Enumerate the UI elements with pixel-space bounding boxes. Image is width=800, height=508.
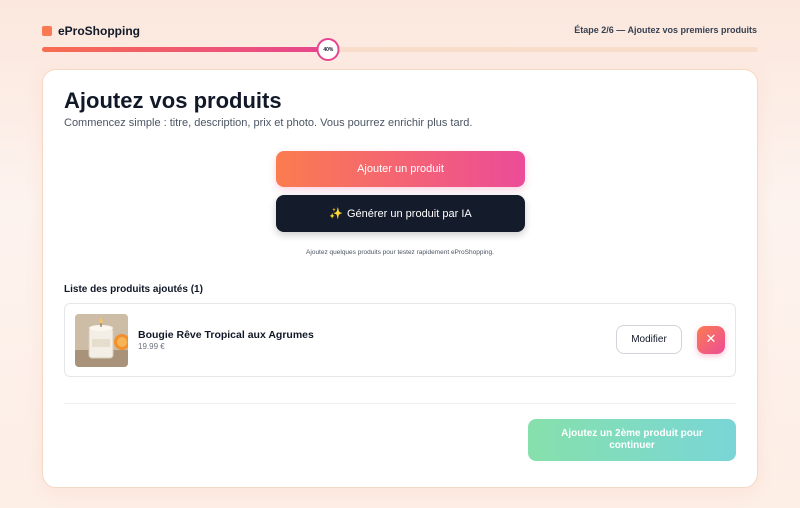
step-label: Étape 2/6 — Ajoutez vos premiers produit…: [574, 25, 757, 35]
generate-ai-product-button[interactable]: ✨ Générer un produit par IA: [276, 195, 525, 232]
progress-percent-badge: 40%: [316, 38, 340, 61]
sparkles-icon: ✨: [329, 208, 343, 220]
product-list-heading: Liste des produits ajoutés (1): [64, 284, 203, 295]
product-thumbnail: [75, 314, 128, 367]
add-product-button[interactable]: Ajouter un produit: [276, 151, 525, 187]
edit-product-button[interactable]: Modifier: [616, 325, 682, 354]
generate-ai-product-label: Générer un produit par IA: [346, 208, 472, 220]
brand-logo-icon: [42, 26, 52, 36]
progress-bar: 40%: [42, 38, 758, 61]
main-card: Ajoutez vos produits Commencez simple : …: [42, 69, 758, 488]
product-list-item: Bougie Rêve Tropical aux Agrumes 19.99 €…: [64, 303, 736, 377]
page-title: Ajoutez vos produits: [64, 88, 282, 113]
continue-button[interactable]: Ajoutez un 2ème produit pour continuer: [528, 419, 736, 461]
divider: [64, 403, 736, 404]
top-bar: eProShopping Étape 2/6 — Ajoutez vos pre…: [0, 0, 800, 61]
close-icon: ✕: [705, 332, 717, 347]
product-name: Bougie Rêve Tropical aux Agrumes: [138, 329, 314, 341]
progress-fill: [42, 47, 329, 52]
page-subtitle: Commencez simple : titre, description, p…: [64, 117, 473, 129]
product-price: 19.99 €: [138, 342, 165, 351]
hint-text: Ajoutez quelques produits pour testez ra…: [306, 249, 494, 256]
brand-name: eProShopping: [58, 24, 140, 38]
candle-image-icon: [75, 314, 128, 367]
delete-product-button[interactable]: ✕: [697, 326, 725, 354]
brand: eProShopping: [42, 24, 140, 38]
